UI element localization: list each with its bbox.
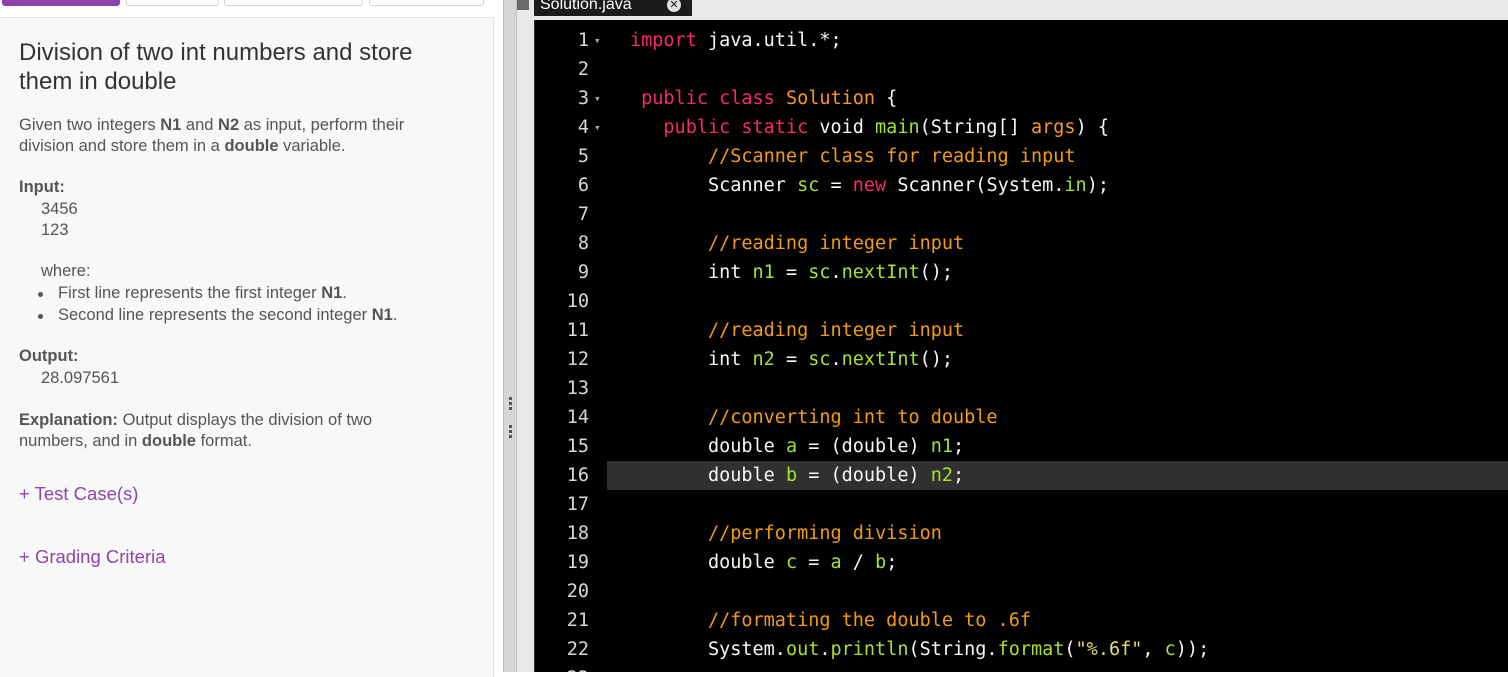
tab-4[interactable] bbox=[369, 0, 484, 6]
tab-3[interactable] bbox=[224, 0, 363, 6]
code-area[interactable]: 1 ▾ import java.util.*; 2 3 ▾ public class So… bbox=[534, 20, 1508, 672]
test-cases-link[interactable]: + Test Case(s) bbox=[19, 483, 138, 505]
code-text: double a = (double) n1; bbox=[630, 436, 965, 457]
line-number: 9 bbox=[577, 262, 589, 283]
line-number: 21 bbox=[566, 610, 589, 631]
code-line[interactable]: 22 System.out.println(String.format("%.6… bbox=[534, 635, 1508, 664]
code-line[interactable]: 4 ▾ public static void main(String[] args… bbox=[534, 113, 1508, 142]
code-text: //performing division bbox=[707, 523, 942, 544]
line-number: 20 bbox=[566, 581, 589, 602]
line-number: 23 bbox=[534, 664, 589, 672]
fold-arrow-icon[interactable]: ▾ bbox=[594, 26, 606, 55]
line-number: 10 bbox=[566, 291, 589, 312]
bullet-item-2: Second line represents the second intege… bbox=[38, 306, 397, 325]
grading-criteria-link[interactable]: + Grading Criteria bbox=[19, 546, 166, 568]
code-text: double c = a / b; bbox=[630, 552, 898, 573]
line-number: 8 bbox=[577, 233, 589, 254]
bullet-item-1: First line represents the first integer … bbox=[38, 284, 347, 303]
line-number: 3 bbox=[577, 88, 589, 109]
code-line[interactable]: 11 //reading integer input bbox=[534, 316, 1508, 345]
code-line[interactable]: 14 //converting int to double bbox=[534, 403, 1508, 432]
line-number: 6 bbox=[577, 175, 589, 196]
line-number: 14 bbox=[566, 407, 589, 428]
code-line[interactable]: 9 int n1 = sc.nextInt(); bbox=[534, 258, 1508, 287]
line-number: 15 bbox=[566, 436, 589, 457]
code-text: //reading integer input bbox=[707, 320, 965, 341]
code-text: double b = (double) n2; bbox=[630, 465, 965, 486]
file-tab-label: Solution.java bbox=[540, 0, 632, 13]
code-line[interactable]: 3 ▾ public class Solution { bbox=[534, 84, 1508, 113]
code-line[interactable]: 7 bbox=[534, 200, 1508, 229]
code-line[interactable]: 8 //reading integer input bbox=[534, 229, 1508, 258]
output-label: Output: bbox=[19, 347, 79, 365]
line-number: 22 bbox=[566, 639, 589, 660]
code-text: System.out.println(String.format("%.6f",… bbox=[630, 639, 1210, 660]
line-number: 11 bbox=[566, 320, 589, 341]
problem-panel: Division of two int numbers and store th… bbox=[0, 17, 494, 677]
line-number: 18 bbox=[566, 523, 589, 544]
explanation: Explanation: Output displays the divisio… bbox=[19, 411, 373, 450]
close-icon[interactable]: ✕ bbox=[667, 0, 681, 12]
tab-2[interactable] bbox=[126, 0, 219, 6]
code-editor: Solution.java ✕ 1 ▾ import java.util.*; 2 3 ▾… bbox=[517, 0, 1508, 672]
line-number: 7 bbox=[577, 204, 589, 225]
problem-title: Division of two int numbers and store th… bbox=[19, 39, 413, 95]
input-value-2: 123 bbox=[41, 221, 69, 239]
fold-arrow-icon[interactable]: ▾ bbox=[594, 84, 606, 113]
code-text: //reading integer input bbox=[707, 233, 965, 254]
line-number: 4 bbox=[577, 117, 589, 138]
code-text: Scanner sc = new Scanner(System.in); bbox=[630, 175, 1109, 196]
top-tab-strip bbox=[0, 0, 500, 8]
code-text: //Scanner class for reading input bbox=[707, 146, 1076, 167]
output-value: 28.097561 bbox=[41, 369, 119, 387]
where-label: where: bbox=[41, 262, 91, 280]
line-number: 16 bbox=[566, 465, 589, 486]
code-line[interactable]: 2 bbox=[534, 55, 1508, 84]
problem-description: Given two integers N1 and N2 as input, p… bbox=[19, 116, 405, 155]
line-number: 1 bbox=[577, 30, 589, 51]
grip-dots-icon bbox=[509, 425, 512, 440]
fold-arrow-icon[interactable]: ▾ bbox=[594, 113, 606, 142]
code-line[interactable]: 13 bbox=[534, 374, 1508, 403]
code-line[interactable]: 23 bbox=[534, 664, 1508, 672]
code-text: import java.util.*; bbox=[630, 30, 842, 51]
code-line[interactable]: 17 bbox=[534, 490, 1508, 519]
code-line[interactable]: 16 double b = (double) n2; bbox=[567, 461, 1508, 490]
input-value-1: 3456 bbox=[41, 200, 78, 218]
panel-splitter[interactable] bbox=[503, 0, 517, 672]
code-line[interactable]: 5 //Scanner class for reading input bbox=[534, 142, 1508, 171]
code-text: //converting int to double bbox=[707, 407, 998, 428]
file-tab-solution[interactable]: Solution.java ✕ bbox=[534, 0, 692, 16]
code-line[interactable]: 12 int n2 = sc.nextInt(); bbox=[534, 345, 1508, 374]
code-line[interactable]: 6 Scanner sc = new Scanner(System.in); bbox=[534, 171, 1508, 200]
code-text: public class Solution { bbox=[641, 88, 898, 109]
line-number: 19 bbox=[566, 552, 589, 573]
line-number: 2 bbox=[577, 59, 589, 80]
line-number: 12 bbox=[566, 349, 589, 370]
code-line[interactable]: 20 bbox=[534, 577, 1508, 606]
code-line[interactable]: 15 double a = (double) n1; bbox=[534, 432, 1508, 461]
code-line[interactable]: 19 double c = a / b; bbox=[534, 548, 1508, 577]
code-text: public static void main(String[] args) { bbox=[663, 117, 1109, 138]
code-line[interactable]: 10 bbox=[534, 287, 1508, 316]
tab-problem[interactable] bbox=[2, 0, 120, 6]
code-text: //formating the double to .6f bbox=[707, 610, 1031, 631]
input-label: Input: bbox=[19, 178, 65, 196]
code-line[interactable]: 21 //formating the double to .6f bbox=[534, 606, 1508, 635]
line-number: 17 bbox=[566, 494, 589, 515]
code-line[interactable]: 18 //performing division bbox=[534, 519, 1508, 548]
line-number: 5 bbox=[577, 146, 589, 167]
code-text: int n2 = sc.nextInt(); bbox=[630, 349, 954, 370]
code-line[interactable]: 1 ▾ import java.util.*; bbox=[534, 26, 1508, 55]
line-number: 13 bbox=[566, 378, 589, 399]
editor-corner-icon bbox=[517, 0, 529, 10]
grip-handle-icon bbox=[509, 397, 512, 412]
code-text: int n1 = sc.nextInt(); bbox=[630, 262, 954, 283]
